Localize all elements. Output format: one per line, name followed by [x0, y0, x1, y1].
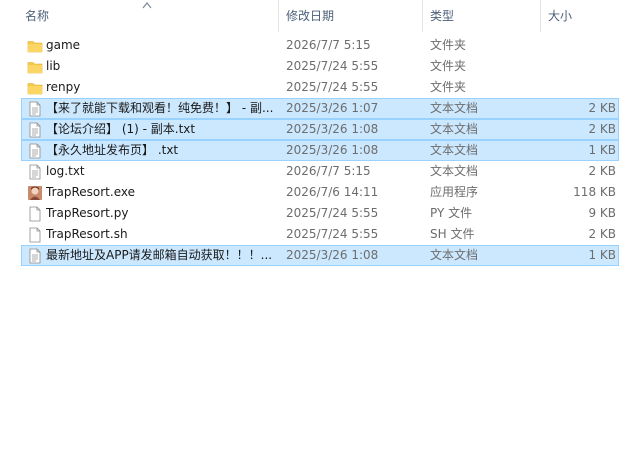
file-row[interactable]: game 2026/7/7 5:15 文件夹: [21, 35, 619, 56]
file-name: game: [46, 38, 81, 52]
file-row[interactable]: 【来了就能下载和观看！纯免费！】 - 副... 2025/3/26 1:07 文本文…: [21, 98, 619, 119]
file-size: [542, 78, 616, 97]
folder-icon: [27, 80, 43, 96]
file-type: 文本文档: [430, 248, 479, 262]
file-row[interactable]: log.txt 2026/7/7 5:15 文本文档 2 KB: [21, 161, 619, 182]
file-row[interactable]: 【论坛介绍】 (1) - 副本.txt 2025/3/26 1:08 文本文档 2 K…: [21, 119, 619, 140]
file-size: [542, 36, 616, 55]
file-row[interactable]: renpy 2025/7/24 5:55 文件夹: [21, 77, 619, 98]
column-header-name[interactable]: 名称: [25, 0, 275, 32]
file-date: 2025/7/24 5:55: [286, 206, 379, 220]
column-divider[interactable]: [278, 0, 279, 32]
file-size: 1 KB: [588, 248, 616, 262]
file-date: 2025/7/24 5:55: [286, 227, 379, 241]
file-date: 2025/3/26 1:08: [286, 143, 379, 157]
text-file-icon: [27, 101, 43, 117]
file-row[interactable]: TrapResort.sh 2025/7/24 5:55 SH 文件 2 KB: [21, 224, 619, 245]
file-type: 文件夹: [430, 80, 467, 94]
blank-file-icon: [27, 206, 43, 222]
text-file-icon: [27, 164, 43, 180]
file-name: log.txt: [46, 164, 85, 178]
file-date: 2025/7/24 5:55: [286, 80, 379, 94]
column-header-bar: 名称 修改日期 类型 大小: [0, 0, 622, 32]
file-name: lib: [46, 59, 61, 73]
file-name: renpy: [46, 80, 81, 94]
file-name: TrapResort.py: [46, 206, 129, 220]
file-date: 2025/7/24 5:55: [286, 59, 379, 73]
file-size: 2 KB: [588, 122, 616, 136]
file-date: 2025/3/26 1:08: [286, 122, 379, 136]
file-explorer: 名称 修改日期 类型 大小 game 2026/7/7 5:15 文件夹 lib 202…: [0, 0, 622, 467]
text-file-icon: [27, 248, 43, 264]
file-type: 文本文档: [430, 164, 479, 178]
column-header-size[interactable]: 大小: [548, 0, 618, 32]
file-type: 文本文档: [430, 143, 479, 157]
file-date: 2026/7/6 14:11: [286, 185, 379, 199]
file-type: 文件夹: [430, 38, 467, 52]
file-date: 2026/7/7 5:15: [286, 164, 371, 178]
file-type: PY 文件: [430, 206, 473, 220]
file-type: 文本文档: [430, 101, 479, 115]
file-date: 2025/3/26 1:08: [286, 248, 379, 262]
file-name: TrapResort.sh: [46, 227, 128, 241]
file-row[interactable]: 【永久地址发布页】 .txt 2025/3/26 1:08 文本文档 1 KB: [21, 140, 619, 161]
file-row[interactable]: TrapResort.exe 2026/7/6 14:11 应用程序 118 KB: [21, 182, 619, 203]
file-size: 1 KB: [588, 143, 616, 157]
file-size: 2 KB: [588, 164, 616, 178]
file-date: 2026/7/7 5:15: [286, 38, 371, 52]
column-header-date[interactable]: 修改日期: [286, 0, 416, 32]
file-type: 文件夹: [430, 59, 467, 73]
file-size: [542, 57, 616, 76]
file-type: 应用程序: [430, 185, 479, 199]
file-date: 2025/3/26 1:07: [286, 101, 379, 115]
text-file-icon: [27, 122, 43, 138]
file-row[interactable]: TrapResort.py 2025/7/24 5:55 PY 文件 9 KB: [21, 203, 619, 224]
file-name: 【永久地址发布页】 .txt: [46, 143, 179, 157]
column-divider[interactable]: [422, 0, 423, 32]
folder-icon: [27, 59, 43, 75]
column-header-type[interactable]: 类型: [430, 0, 535, 32]
app-icon: [27, 185, 43, 201]
folder-icon: [27, 38, 43, 54]
text-file-icon: [27, 143, 43, 159]
file-name: 【来了就能下载和观看！纯免费！】 - 副...: [46, 101, 274, 115]
file-name: 【论坛介绍】 (1) - 副本.txt: [46, 122, 196, 136]
file-row[interactable]: 最新地址及APP请发邮箱自动获取！！！... 2025/3/26 1:08 文本文档…: [21, 245, 619, 266]
file-size: 118 KB: [573, 185, 616, 199]
file-type: SH 文件: [430, 227, 475, 241]
file-size: 2 KB: [588, 101, 616, 115]
column-divider[interactable]: [540, 0, 541, 32]
file-name: TrapResort.exe: [46, 185, 135, 199]
file-size: 9 KB: [588, 206, 616, 220]
file-type: 文本文档: [430, 122, 479, 136]
blank-file-icon: [27, 227, 43, 243]
file-row[interactable]: lib 2025/7/24 5:55 文件夹: [21, 56, 619, 77]
file-name: 最新地址及APP请发邮箱自动获取！！！...: [46, 248, 273, 262]
file-size: 2 KB: [588, 227, 616, 241]
